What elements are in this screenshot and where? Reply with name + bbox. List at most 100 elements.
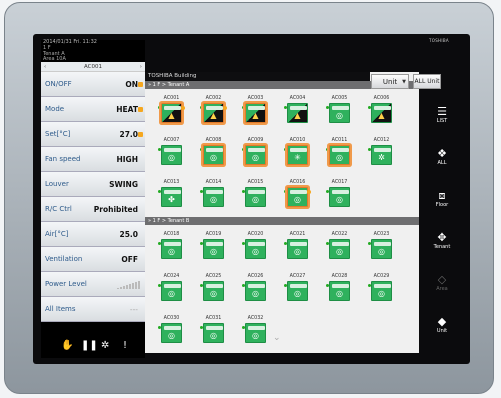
prop-label: Mode: [45, 105, 65, 113]
scroll-down-icon[interactable]: ⌄: [273, 333, 281, 343]
ac-unit[interactable]: AC025 ◎: [197, 274, 230, 304]
mode-icon: ◎: [252, 247, 259, 256]
alert-icon[interactable]: !: [123, 340, 127, 351]
ac-unit[interactable]: AC027 ◎: [281, 274, 314, 304]
ac-unit[interactable]: AC006 ▲: [365, 96, 398, 126]
building-title: TOSHIBA Building: [145, 72, 370, 81]
prop-row[interactable]: ON/OFF ON: [41, 72, 145, 97]
ac-unit[interactable]: AC020 ◎: [239, 232, 272, 262]
unit-label: AC028: [331, 274, 348, 279]
tenant-icon: ✥: [437, 231, 447, 244]
prop-row[interactable]: Louver SWING: [41, 172, 145, 197]
prop-row[interactable]: R/C Ctrl Prohibited: [41, 197, 145, 222]
tree-path: 1 F Tenant A Area 10A: [43, 45, 66, 63]
prop-label: Power Level: [45, 280, 87, 288]
ac-unit[interactable]: AC014 ◎: [197, 180, 230, 210]
ac-unit[interactable]: AC002 ▲: [197, 96, 230, 126]
prop-value: 25.0: [119, 230, 138, 239]
unit-label: AC010: [289, 138, 306, 143]
pause-icon[interactable]: ❚❚: [81, 340, 98, 351]
nav-tenant[interactable]: ✥ Tenant: [419, 231, 465, 251]
ac-unit[interactable]: AC001 ▲: [155, 96, 188, 126]
prop-value: OFF: [121, 255, 138, 264]
ac-unit[interactable]: AC013 ✤: [155, 180, 188, 210]
mode-icon: ◎: [378, 289, 385, 298]
all-unit-button[interactable]: ALL Unit: [413, 74, 441, 89]
ac-unit[interactable]: AC019 ◎: [197, 232, 230, 262]
settings-icon[interactable]: ✲: [101, 340, 109, 351]
unit-tile: ◎: [245, 145, 266, 165]
mode-icon: ◎: [168, 153, 175, 162]
changed-indicator: [138, 132, 143, 137]
nav-floor[interactable]: ⧈ Floor: [419, 190, 465, 209]
ac-unit[interactable]: AC021 ◎: [281, 232, 314, 262]
ac-unit[interactable]: AC015 ◎: [239, 180, 272, 210]
hand-icon[interactable]: ✋: [61, 340, 73, 351]
ac-unit[interactable]: AC023 ◎: [365, 232, 398, 262]
prev-unit-icon[interactable]: ‹: [44, 62, 46, 72]
ac-unit[interactable]: AC004 ▲: [281, 96, 314, 126]
ac-unit[interactable]: AC026 ◎: [239, 274, 272, 304]
unit-tile: ◎: [329, 145, 350, 165]
ac-unit[interactable]: AC024 ◎: [155, 274, 188, 304]
next-unit-icon[interactable]: ›: [140, 62, 142, 72]
ac-unit[interactable]: AC030 ◎: [155, 316, 188, 346]
ac-unit[interactable]: AC003 ▲: [239, 96, 272, 126]
prop-value: SWING: [109, 180, 138, 189]
ac-unit[interactable]: AC029 ◎: [365, 274, 398, 304]
unit-label: AC017: [331, 180, 348, 185]
ac-unit[interactable]: AC031 ◎: [197, 316, 230, 346]
ac-unit[interactable]: AC017 ◎: [323, 180, 356, 210]
mode-icon: ◎: [336, 153, 343, 162]
datetime: 2014/01/31 Fri. 11:32: [43, 39, 97, 45]
ac-unit[interactable]: AC012 ✲: [365, 138, 398, 168]
ac-unit[interactable]: AC016 ◎: [281, 180, 314, 210]
prop-label: Fan speed: [45, 155, 81, 163]
prop-row[interactable]: Mode HEAT: [41, 97, 145, 122]
ac-unit[interactable]: AC010 ✳: [281, 138, 314, 168]
unit-selector[interactable]: ‹ AC001 ›: [41, 62, 145, 72]
ac-unit[interactable]: AC022 ◎: [323, 232, 356, 262]
nav-area[interactable]: ◇ Area: [419, 274, 465, 293]
mode-icon: ◎: [294, 247, 301, 256]
ac-unit[interactable]: AC008 ◎: [197, 138, 230, 168]
mode-icon: ◎: [378, 247, 385, 256]
unit-tile: ◎: [245, 323, 266, 343]
prop-row[interactable]: Set[°C] 27.0: [41, 122, 145, 147]
mode-icon: ✳: [294, 153, 301, 162]
nav-label: LIST: [436, 118, 448, 124]
prop-row[interactable]: Fan speed HIGH: [41, 147, 145, 172]
prop-label: All Items: [45, 305, 76, 313]
unit-tile: ◎: [161, 281, 182, 301]
mode-icon: ◎: [336, 247, 343, 256]
nav-all[interactable]: ❖ ALL: [419, 148, 465, 167]
unit-label: AC019: [205, 232, 222, 237]
unit-label: AC013: [163, 180, 180, 185]
ac-unit[interactable]: AC018 ◎: [155, 232, 188, 262]
mode-icon: ◎: [210, 153, 217, 162]
ac-unit[interactable]: AC005 ◎: [323, 96, 356, 126]
prop-label: R/C Ctrl: [45, 205, 72, 213]
ac-unit[interactable]: AC032 ◎: [239, 316, 272, 346]
prop-row[interactable]: All Items ---: [41, 297, 145, 322]
ac-unit[interactable]: AC007 ◎: [155, 138, 188, 168]
ac-unit[interactable]: AC009 ◎: [239, 138, 272, 168]
prop-row[interactable]: Ventilation OFF: [41, 247, 145, 272]
unit-label: AC009: [247, 138, 264, 143]
unit-tile: ▲: [161, 103, 182, 123]
prop-row[interactable]: Air[°C] 25.0: [41, 222, 145, 247]
nav-unit[interactable]: ◆ Unit: [419, 316, 465, 335]
unit-tile: ▲: [245, 103, 266, 123]
mode-icon: ◎: [210, 195, 217, 204]
nav-label: Floor: [435, 202, 449, 208]
prop-row[interactable]: Power Level: [41, 272, 145, 297]
prop-value: 27.0: [119, 130, 138, 139]
ac-unit[interactable]: AC011 ◎: [323, 138, 356, 168]
unit-label: AC025: [205, 274, 222, 279]
nav-list[interactable]: ☰ LIST: [419, 106, 465, 125]
unit-tile: ◎: [245, 281, 266, 301]
mode-icon: ◎: [252, 153, 259, 162]
nav-label: ALL: [437, 160, 447, 166]
unit-dropdown[interactable]: Unit ▼: [371, 74, 409, 89]
ac-unit[interactable]: AC028 ◎: [323, 274, 356, 304]
